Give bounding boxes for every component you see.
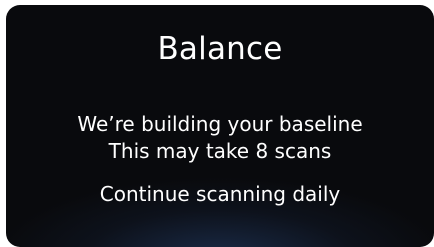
balance-card: Balance We’re building your baseline Thi… — [6, 5, 434, 247]
baseline-message: We’re building your baseline — [77, 112, 363, 136]
card-title: Balance — [157, 31, 283, 67]
continue-scanning-message: Continue scanning daily — [99, 182, 341, 206]
scans-required-message: This may take 8 scans — [108, 139, 332, 163]
